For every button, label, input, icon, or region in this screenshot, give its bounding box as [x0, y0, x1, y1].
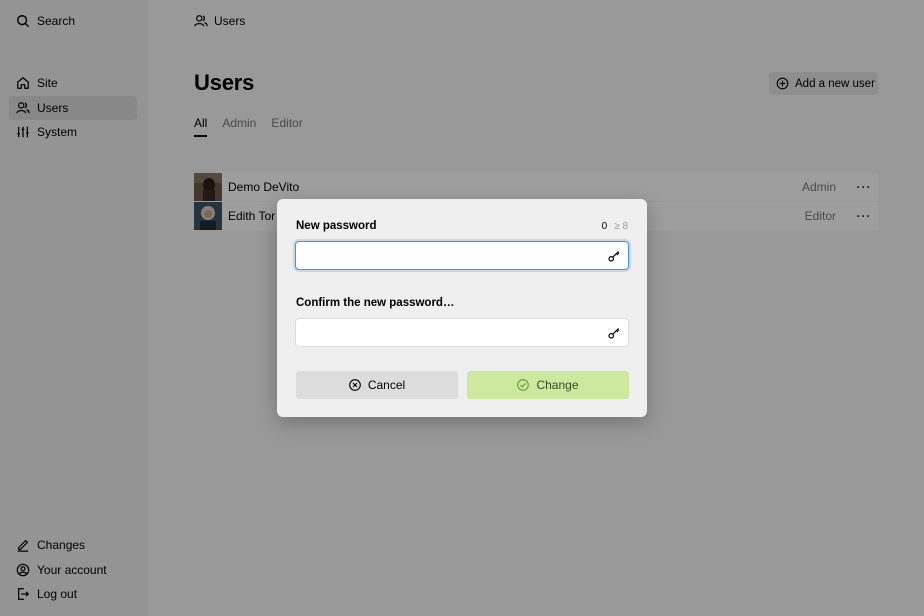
counter-minimum: ≥ 8 [614, 221, 628, 232]
cancel-circle-icon [348, 379, 361, 391]
check-circle-icon [517, 379, 530, 391]
confirm-password-field[interactable] [295, 318, 629, 347]
key-icon[interactable] [608, 250, 620, 262]
change-button[interactable]: Change [467, 371, 629, 399]
new-password-label: New password [296, 220, 377, 232]
password-length-counter: 0 ≥ 8 [602, 221, 628, 232]
counter-current: 0 [601, 221, 608, 232]
confirm-password-input[interactable] [296, 319, 596, 346]
key-icon[interactable] [608, 327, 620, 339]
change-label: Change [536, 378, 579, 392]
new-password-input[interactable] [296, 242, 596, 269]
cancel-button[interactable]: Cancel [296, 371, 458, 399]
confirm-password-label: Confirm the new password… [296, 297, 455, 309]
new-password-field[interactable] [295, 241, 629, 270]
change-password-dialog: New password 0 ≥ 8 Confirm the new passw… [277, 199, 647, 417]
cancel-label: Cancel [367, 378, 406, 392]
